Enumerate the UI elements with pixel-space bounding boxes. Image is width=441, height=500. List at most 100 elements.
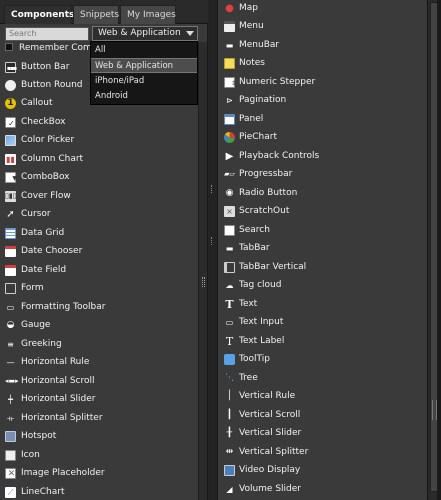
- list-item-volume-slider[interactable]: ◢ Volume Slider: [218, 481, 426, 499]
- video-display-icon: [224, 465, 235, 476]
- grip-icon: [211, 185, 214, 193]
- list-item-vertical-scroll[interactable]: ┃ Vertical Scroll: [218, 407, 426, 425]
- search-input[interactable]: Search: [5, 27, 89, 41]
- list-item-icon[interactable]: Icon: [0, 447, 206, 465]
- vertical-splitter-icon: ⇹: [225, 447, 234, 457]
- tab-snippets[interactable]: Snippets: [73, 5, 119, 24]
- form-icon: [5, 283, 16, 294]
- grip-icon: [202, 277, 205, 287]
- list-item-date-field[interactable]: Date Field: [0, 262, 206, 280]
- vertical-scroll-icon: ┃: [226, 410, 233, 420]
- pagination-icon: ⊳: [226, 96, 233, 105]
- list-item-text-input[interactable]: ▭ Text Input: [218, 314, 426, 332]
- panel-tabs: Components Snippets My Images: [0, 0, 208, 24]
- formatting-toolbar-icon: ▭: [6, 303, 15, 312]
- list-item-panel[interactable]: Panel: [218, 111, 426, 129]
- panel-splitter[interactable]: [209, 0, 217, 500]
- list-item-data-grid[interactable]: Data Grid: [0, 225, 206, 243]
- right-component-list: ● Map Menu ▬ MenuBar Notes ⇕ Numeric Steppe…: [217, 0, 427, 500]
- list-item-text[interactable]: T Text: [218, 296, 426, 314]
- list-item-tag-cloud[interactable]: ☁ Tag cloud: [218, 277, 426, 295]
- list-item-numeric-stepper[interactable]: ⇕ Numeric Stepper: [218, 74, 426, 92]
- list-item-vertical-splitter[interactable]: ⇹ Vertical Splitter: [218, 444, 426, 462]
- map-pin-icon: ●: [225, 3, 234, 14]
- list-item-vertical-slider[interactable]: ╂ Vertical Slider: [218, 425, 426, 443]
- list-item-line-chart[interactable]: ⟋ LineChart: [0, 484, 206, 500]
- icon-icon: [5, 450, 16, 461]
- list-item-menubar[interactable]: ▬ MenuBar: [218, 37, 426, 55]
- list-item-tree[interactable]: ⋱ Tree: [218, 370, 426, 388]
- dropdown-option-iphone-ipad[interactable]: iPhone/iPad: [91, 74, 197, 89]
- components-panel: Components Snippets My Images Search Web…: [0, 0, 208, 500]
- list-item-tabbar[interactable]: ▬ TabBar: [218, 240, 426, 258]
- list-item-scratchout[interactable]: ⨯ ScratchOut: [218, 203, 426, 221]
- list-item-image-placeholder[interactable]: ✕ Image Placeholder: [0, 465, 206, 483]
- list-item-hotspot[interactable]: Hotspot: [0, 428, 206, 446]
- list-item-search[interactable]: Search: [218, 222, 426, 240]
- horizontal-scroll-icon: ◂▬▸: [5, 377, 19, 385]
- component-library-window: Components Snippets My Images Search Web…: [0, 0, 441, 500]
- list-item-date-chooser[interactable]: Date Chooser: [0, 243, 206, 261]
- date-chooser-icon: [5, 246, 16, 257]
- list-item-text-label[interactable]: T Text Label: [218, 333, 426, 351]
- scratchout-icon: ⨯: [224, 206, 235, 217]
- remember-checkbox[interactable]: Remember Com: [5, 43, 92, 55]
- cover-flow-icon: ▯▮▯: [5, 191, 17, 202]
- list-item-color-picker[interactable]: Color Picker: [0, 132, 206, 150]
- dropdown-option-all[interactable]: All: [91, 43, 197, 58]
- list-item-greeking[interactable]: ≡ Greeking: [0, 336, 206, 354]
- list-item-formatting-toolbar[interactable]: ▭ Formatting Toolbar: [0, 299, 206, 317]
- list-item-horizontal-splitter[interactable]: ⟛ Horizontal Splitter: [0, 410, 206, 428]
- list-item-tooltip[interactable]: ToolTip: [218, 351, 426, 369]
- pie-chart-icon: [224, 132, 235, 143]
- horizontal-splitter-icon: ⟛: [6, 414, 15, 423]
- menubar-icon: ▬: [225, 41, 234, 50]
- list-item-checkbox[interactable]: ✓ CheckBox: [0, 114, 206, 132]
- dropdown-option-web-application[interactable]: Web & Application: [91, 58, 197, 73]
- list-item-video-display[interactable]: Video Display: [218, 462, 426, 480]
- checkbox-box[interactable]: [5, 43, 13, 51]
- list-item-horizontal-scroll[interactable]: ◂▬▸ Horizontal Scroll: [0, 373, 206, 391]
- text-icon: T: [225, 298, 234, 311]
- list-item-vertical-rule[interactable]: │ Vertical Rule: [218, 388, 426, 406]
- left-list-scrollbar[interactable]: [198, 42, 207, 500]
- remember-label: Remember Com: [19, 43, 92, 53]
- tabbar-vertical-icon: [224, 262, 235, 273]
- list-item-form[interactable]: Form: [0, 280, 206, 298]
- window-edge: [437, 0, 441, 500]
- list-item-horizontal-rule[interactable]: — Horizontal Rule: [0, 354, 206, 372]
- list-item-map[interactable]: ● Map: [218, 0, 426, 18]
- list-item-cover-flow[interactable]: ▯▮▯ Cover Flow: [0, 188, 206, 206]
- list-item-radio-button[interactable]: ◉ Radio Button: [218, 185, 426, 203]
- tab-components[interactable]: Components: [4, 5, 74, 24]
- list-item-playback-controls[interactable]: ▶ Playback Controls: [218, 148, 426, 166]
- list-item-combobox[interactable]: ▼ ComboBox: [0, 169, 206, 187]
- list-item-piechart[interactable]: PieChart: [218, 129, 426, 147]
- dropdown-option-android[interactable]: Android: [91, 89, 197, 104]
- search-icon: [224, 225, 235, 236]
- list-item-tabbar-vertical[interactable]: TabBar Vertical: [218, 259, 426, 277]
- menu-icon: [224, 21, 235, 32]
- list-item-column-chart[interactable]: ▮▮ Column Chart: [0, 151, 206, 169]
- list-item-notes[interactable]: Notes: [218, 55, 426, 73]
- gauge-icon: ◒: [6, 320, 15, 330]
- list-item-menu[interactable]: Menu: [218, 18, 426, 36]
- volume-slider-icon: ◢: [226, 485, 233, 494]
- list-item-cursor[interactable]: ➚ Cursor: [0, 206, 206, 224]
- list-item-progressbar[interactable]: ▰▱ Progressbar: [218, 166, 426, 184]
- tabbar-icon: ▬: [225, 244, 234, 253]
- hotspot-icon: [5, 431, 16, 442]
- play-icon: ▶: [225, 151, 234, 162]
- horizontal-slider-icon: ┿: [8, 395, 13, 404]
- horizontal-rule-icon: —: [6, 358, 15, 367]
- platform-select[interactable]: Web & Application: [92, 26, 198, 41]
- text-label-icon: T: [225, 335, 234, 348]
- list-item-gauge[interactable]: ◒ Gauge: [0, 317, 206, 335]
- date-field-icon: [5, 265, 16, 276]
- list-item-pagination[interactable]: ⊳ Pagination: [218, 92, 426, 110]
- grip-icon: [211, 237, 214, 245]
- tab-my-images[interactable]: My Images: [120, 5, 176, 24]
- list-item-horizontal-slider[interactable]: ┿ Horizontal Slider: [0, 391, 206, 409]
- vertical-slider-icon: ╂: [226, 428, 233, 438]
- tag-cloud-icon: ☁: [225, 281, 234, 290]
